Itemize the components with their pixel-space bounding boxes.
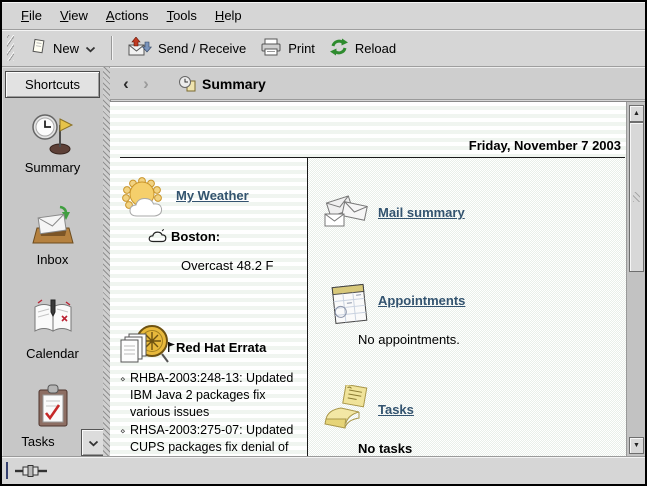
date-heading: Friday, November 7 2003 bbox=[469, 138, 621, 153]
calendar-icon bbox=[30, 326, 76, 343]
chevron-down-icon bbox=[88, 434, 99, 452]
print-button-label: Print bbox=[288, 41, 315, 56]
sidebar-item-summary-label[interactable]: Summary bbox=[2, 160, 103, 175]
shortcuts-group-button[interactable]: Shortcuts bbox=[5, 71, 100, 98]
send-receive-button[interactable]: Send / Receive bbox=[121, 33, 253, 63]
flag-icon bbox=[168, 340, 175, 355]
sidebar-item-tasks-label[interactable]: Tasks bbox=[2, 434, 74, 449]
scroll-up-button[interactable]: ▲ bbox=[629, 105, 644, 122]
mail-summary-link[interactable]: Mail summary bbox=[378, 205, 465, 220]
my-weather-link[interactable]: My Weather bbox=[176, 188, 249, 203]
sidebar-item-inbox-label[interactable]: Inbox bbox=[2, 252, 103, 267]
toolbar-separator bbox=[111, 36, 113, 60]
mail-summary-icon bbox=[322, 190, 372, 241]
menu-view[interactable]: View bbox=[51, 4, 97, 27]
errata-list: RHBA-2003:248-13: Updated IBM Java 2 pac… bbox=[120, 370, 294, 457]
tasks-status: No tasks bbox=[358, 441, 412, 456]
folder-title-bar: ‹ › Summary bbox=[110, 67, 645, 100]
errata-title: Red Hat Errata bbox=[176, 340, 266, 355]
print-icon bbox=[260, 38, 282, 59]
summary-icon bbox=[30, 144, 76, 161]
vertical-scrollbar[interactable]: ▲ ▼ bbox=[626, 102, 645, 457]
main-area: ‹ › Summary Friday, November 7 2003 bbox=[110, 67, 645, 457]
page-title: Summary bbox=[202, 76, 266, 92]
menu-actions[interactable]: Actions bbox=[97, 4, 158, 27]
tasks-link[interactable]: Tasks bbox=[378, 402, 414, 417]
print-button[interactable]: Print bbox=[253, 34, 322, 63]
cloud-icon bbox=[148, 229, 168, 249]
sidebar-item-summary[interactable] bbox=[30, 111, 76, 162]
column-divider bbox=[307, 157, 308, 457]
tool-bar: New Send / Receive bbox=[2, 30, 645, 67]
tasks-section-icon bbox=[322, 385, 372, 436]
errata-item: RHBA-2003:248-13: Updated IBM Java 2 pac… bbox=[120, 370, 294, 421]
chevron-down-icon bbox=[85, 41, 96, 56]
evolution-window: File View Actions Tools Help New bbox=[0, 0, 647, 486]
sidebar-item-tasks[interactable] bbox=[32, 383, 74, 434]
sidebar-item-inbox[interactable] bbox=[30, 203, 76, 254]
summary-content: Friday, November 7 2003 bbox=[110, 102, 627, 457]
send-receive-icon bbox=[128, 37, 152, 59]
menu-tools[interactable]: Tools bbox=[158, 4, 206, 27]
reload-button[interactable]: Reload bbox=[322, 34, 403, 63]
online-status-icon[interactable] bbox=[14, 464, 48, 478]
scrollbar-grip bbox=[633, 192, 640, 202]
reload-icon bbox=[329, 38, 349, 59]
scrollbar-thumb[interactable] bbox=[629, 122, 644, 272]
shortcuts-label: Shortcuts bbox=[25, 77, 80, 92]
appointments-link[interactable]: Appointments bbox=[378, 293, 465, 308]
back-button[interactable]: ‹ bbox=[116, 73, 136, 95]
appointments-status: No appointments. bbox=[358, 332, 460, 347]
new-button[interactable]: New bbox=[23, 34, 103, 62]
weather-location: Boston: bbox=[171, 229, 220, 244]
summary-folder-icon bbox=[178, 75, 197, 92]
reload-button-label: Reload bbox=[355, 41, 396, 56]
sidebar-item-calendar[interactable] bbox=[30, 297, 76, 344]
new-document-icon bbox=[30, 38, 47, 58]
status-bar bbox=[2, 456, 645, 484]
sidebar-item-calendar-label[interactable]: Calendar bbox=[2, 346, 103, 361]
send-receive-label: Send / Receive bbox=[158, 41, 246, 56]
toolbar-grip[interactable] bbox=[7, 35, 14, 61]
content-frame: Friday, November 7 2003 bbox=[110, 101, 645, 457]
statusbar-edge-grip bbox=[6, 462, 8, 479]
weather-condition: Overcast 48.2 F bbox=[181, 258, 273, 273]
forward-button[interactable]: › bbox=[136, 73, 156, 95]
weather-icon bbox=[122, 176, 172, 229]
appointments-icon bbox=[326, 280, 372, 333]
menu-bar: File View Actions Tools Help bbox=[2, 2, 645, 30]
menu-help[interactable]: Help bbox=[206, 4, 251, 27]
window-body: File View Actions Tools Help New bbox=[2, 2, 645, 484]
shortcut-sidebar: Shortcuts Summary bbox=[2, 67, 104, 457]
scroll-down-button[interactable]: ▼ bbox=[629, 437, 644, 454]
inbox-icon bbox=[30, 236, 76, 253]
tasks-icon bbox=[32, 416, 74, 433]
menu-file[interactable]: File bbox=[12, 4, 51, 27]
new-button-label: New bbox=[53, 41, 79, 56]
errata-item: RHSA-2003:275-07: Updated CUPS packages … bbox=[120, 422, 294, 457]
